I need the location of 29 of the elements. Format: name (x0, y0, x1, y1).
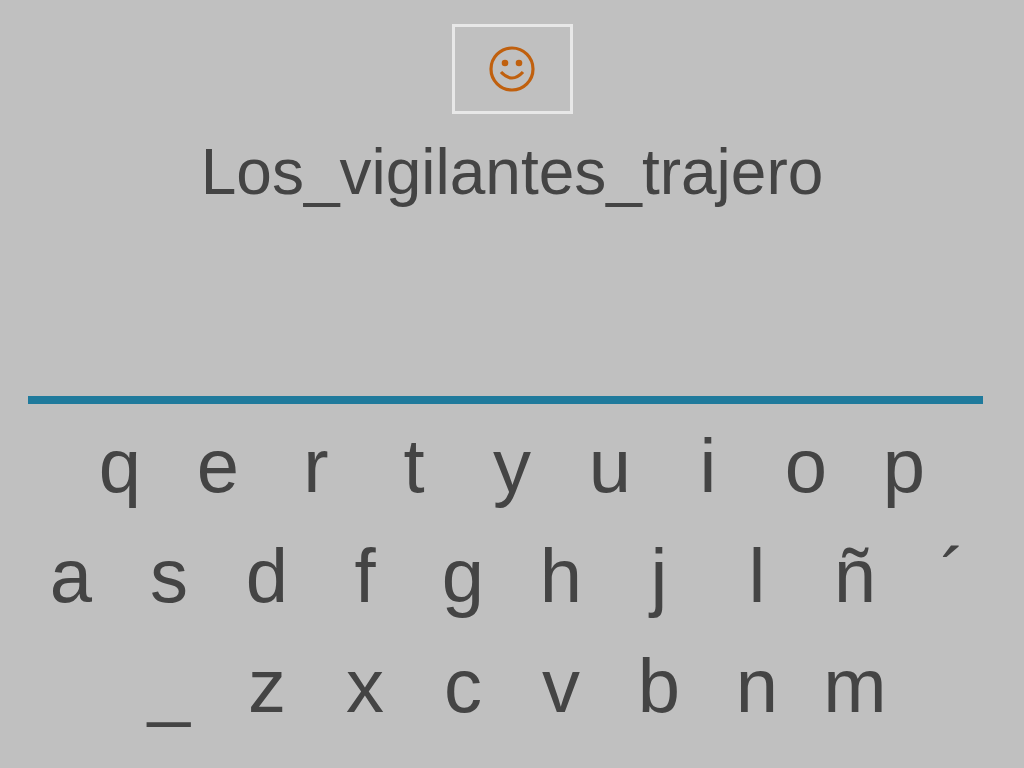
letter-key[interactable]: v (512, 638, 610, 734)
letter-key[interactable]: l (708, 528, 806, 624)
letter-key[interactable]: _ (120, 638, 218, 734)
letter-key[interactable]: x (316, 638, 414, 734)
letter-key[interactable]: n (708, 638, 806, 734)
letter-key[interactable]: b (610, 638, 708, 734)
letter-key[interactable]: r (267, 418, 365, 514)
letter-key[interactable]: a (22, 528, 120, 624)
letter-key[interactable]: f (316, 528, 414, 624)
letter-key[interactable]: j (610, 528, 708, 624)
letter-key[interactable]: q (71, 418, 169, 514)
letter-key[interactable]: t (365, 418, 463, 514)
letter-key[interactable]: p (855, 418, 953, 514)
smiley-button[interactable] (451, 24, 573, 114)
letter-key[interactable]: g (414, 528, 512, 624)
letter-key[interactable]: ´ (904, 528, 1002, 624)
letter-key[interactable]: o (757, 418, 855, 514)
letter-key[interactable]: m (806, 638, 904, 734)
letter-key[interactable]: y (463, 418, 561, 514)
smiley-icon (487, 44, 537, 94)
letter-key[interactable]: ñ (806, 528, 904, 624)
letter-key[interactable]: u (561, 418, 659, 514)
letter-key[interactable]: c (414, 638, 512, 734)
letter-key[interactable]: i (659, 418, 757, 514)
letter-key[interactable]: s (120, 528, 218, 624)
letter-key[interactable]: e (169, 418, 267, 514)
letter-key[interactable]: z (218, 638, 316, 734)
letter-key[interactable]: h (512, 528, 610, 624)
letter-key[interactable]: d (218, 528, 316, 624)
